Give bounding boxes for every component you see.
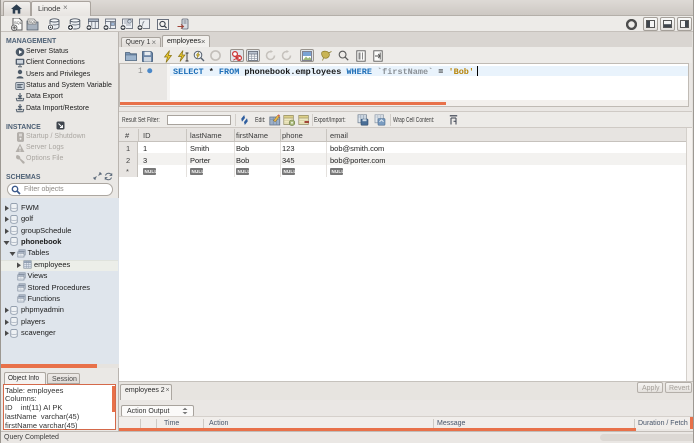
svg-text:SQL: SQL <box>29 20 36 24</box>
svg-text:SQL: SQL <box>14 20 23 25</box>
